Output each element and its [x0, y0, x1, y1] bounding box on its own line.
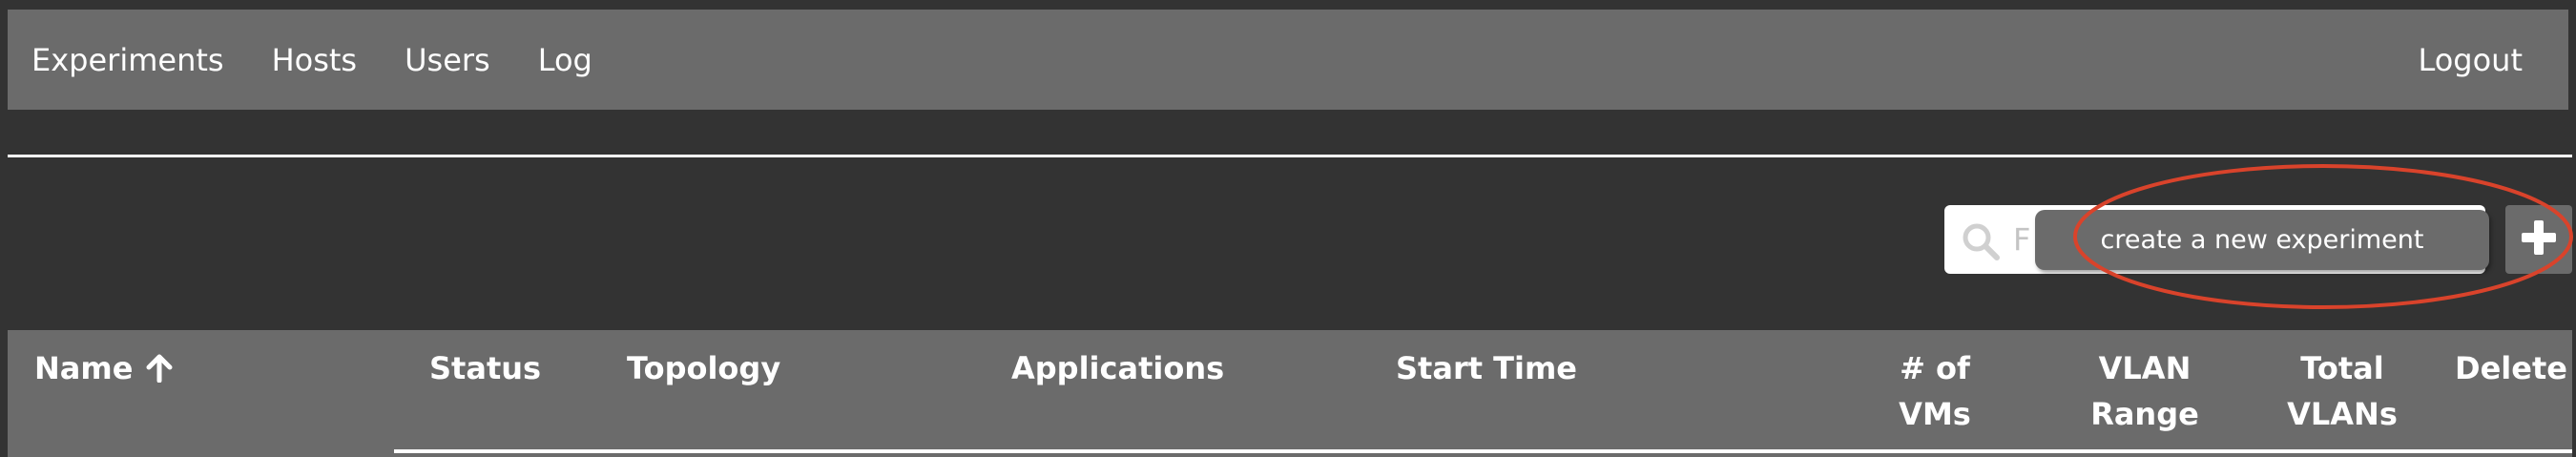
- column-header-status[interactable]: Status: [429, 345, 541, 391]
- top-nav-bar: Experiments Hosts Users Log Logout: [8, 10, 2568, 110]
- column-header-vlan-range[interactable]: VLAN Range: [2083, 345, 2207, 437]
- nav-log[interactable]: Log: [538, 42, 592, 78]
- column-header-applications[interactable]: Applications: [1011, 345, 1224, 391]
- column-header-vlan-range-line2: Range: [2090, 396, 2199, 432]
- search-icon: [1960, 220, 2002, 262]
- nav-experiments[interactable]: Experiments: [31, 42, 224, 78]
- header-underline: [394, 449, 2572, 453]
- tooltip-text: create a new experiment: [2100, 225, 2424, 255]
- arrow-up-icon[interactable]: [146, 349, 173, 384]
- add-experiment-button[interactable]: [2505, 205, 2572, 274]
- column-header-vlan-range-line1: VLAN: [2098, 350, 2192, 386]
- column-header-num-vms-line2: VMs: [1899, 396, 1971, 432]
- column-header-total-vlans-line2: VLANs: [2287, 396, 2398, 432]
- nav-hosts[interactable]: Hosts: [272, 42, 358, 78]
- column-header-name[interactable]: Name: [34, 345, 173, 391]
- column-header-num-vms-line1: # of: [1900, 350, 1970, 386]
- page-divider: [8, 155, 2572, 157]
- column-header-num-vms[interactable]: # of VMs: [1878, 345, 1992, 437]
- column-header-name-label: Name: [34, 350, 134, 386]
- plus-icon: [2520, 218, 2558, 260]
- table-header: Name Status Topology Applications Start …: [8, 330, 2572, 457]
- column-header-delete[interactable]: Delete: [2455, 345, 2567, 391]
- column-header-start-time[interactable]: Start Time: [1396, 345, 1577, 391]
- column-header-total-vlans[interactable]: Total VLANs: [2280, 345, 2404, 437]
- column-header-topology[interactable]: Topology: [627, 345, 780, 391]
- create-experiment-tooltip: create a new experiment: [2035, 210, 2489, 270]
- logout-link[interactable]: Logout: [2418, 42, 2523, 78]
- nav-users[interactable]: Users: [405, 42, 490, 78]
- column-header-total-vlans-line1: Total: [2300, 350, 2384, 386]
